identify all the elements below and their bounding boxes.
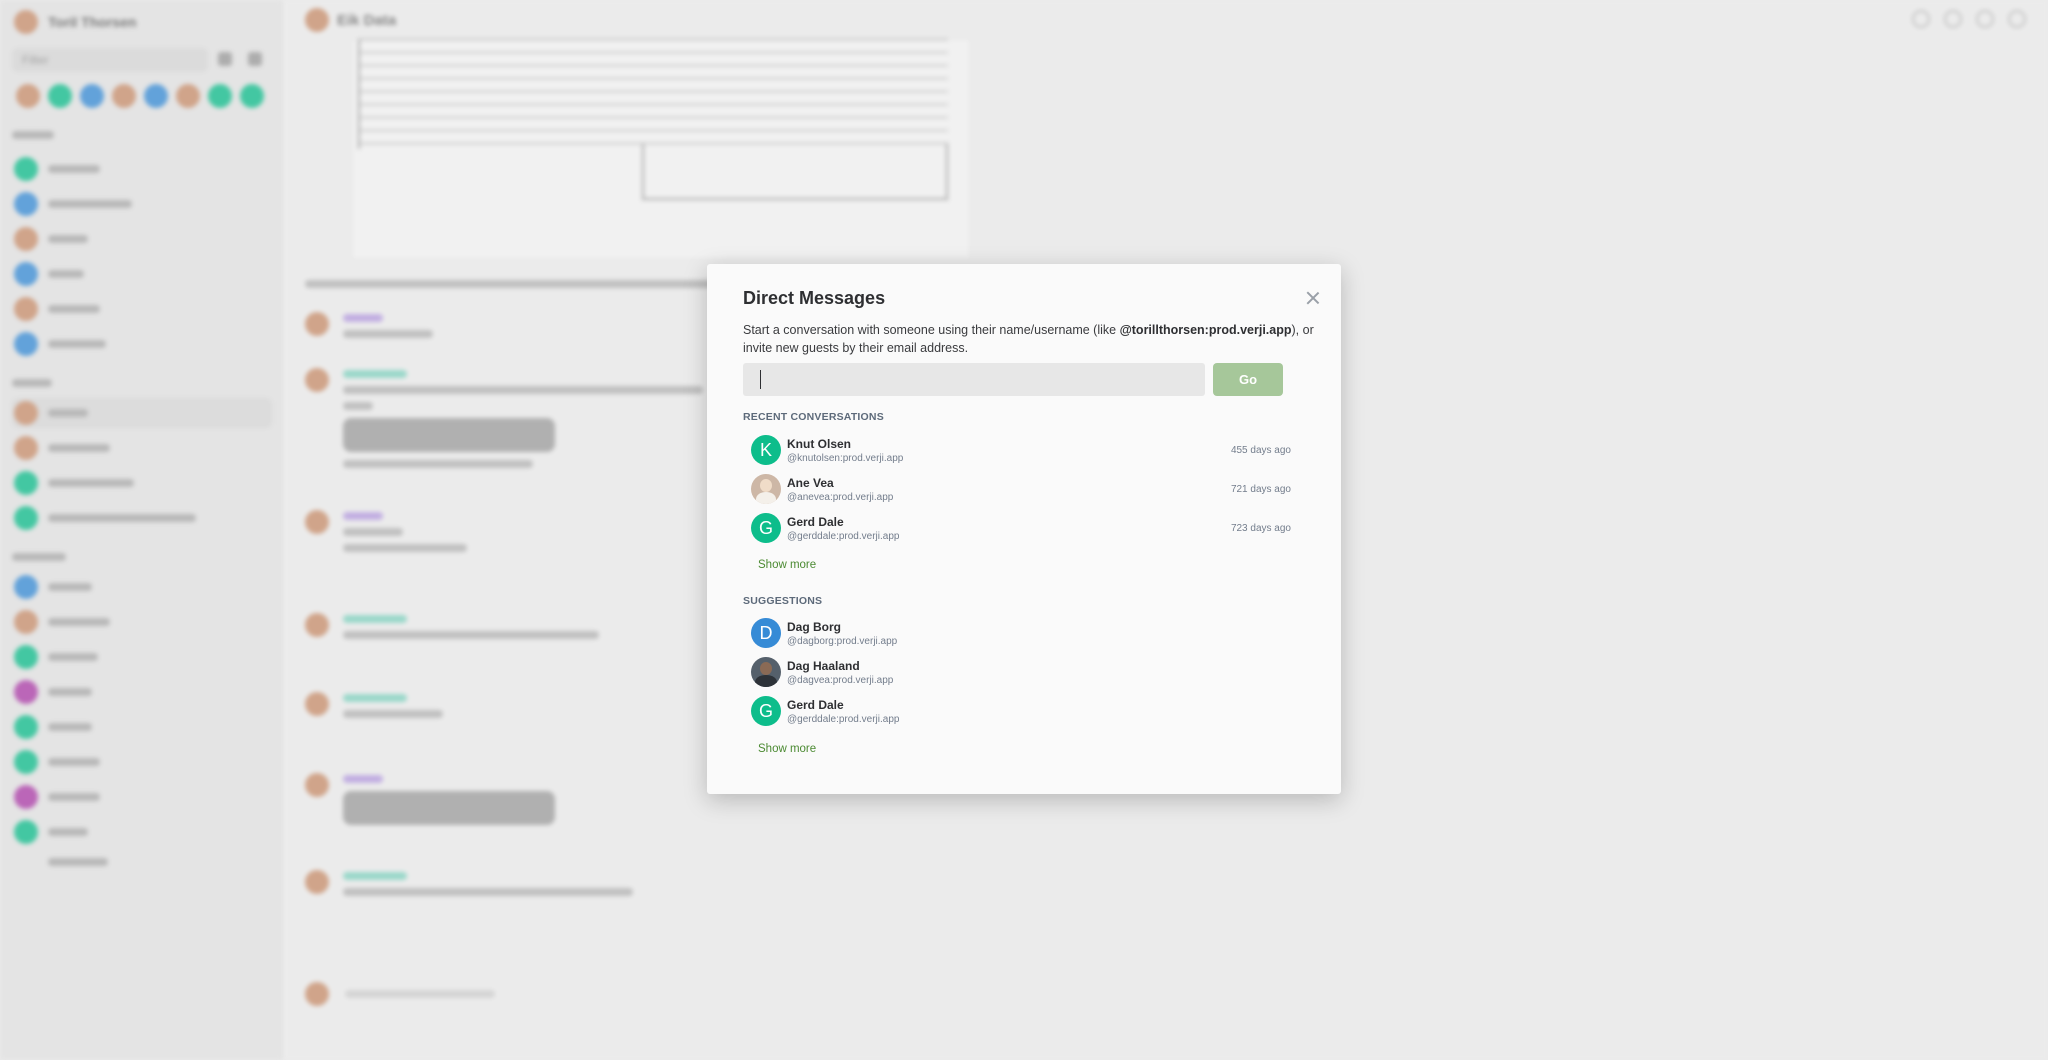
user-id: @knutolsen:prod.verji.app	[787, 452, 904, 464]
direct-messages-dialog: Direct Messages Start a conversation wit…	[707, 264, 1341, 794]
suggestion-row[interactable]: G Gerd Dale @gerddale:prod.verji.app	[751, 692, 1291, 730]
user-display-name: Dag Haaland	[787, 658, 860, 673]
user-display-name: Gerd Dale	[787, 697, 844, 712]
user-display-name: Ane Vea	[787, 475, 834, 490]
suggestions-heading: SUGGESTIONS	[743, 595, 823, 607]
avatar	[751, 474, 781, 504]
last-active-time: 723 days ago	[1230, 522, 1291, 534]
user-id: @dagvea:prod.verji.app	[787, 674, 894, 686]
avatar: G	[751, 696, 781, 726]
text-caret	[760, 370, 761, 389]
suggestions-show-more-link[interactable]: Show more	[758, 743, 816, 755]
invite-search-input[interactable]	[743, 363, 1205, 396]
avatar: G	[751, 513, 781, 543]
user-id: @dagborg:prod.verji.app	[787, 635, 898, 647]
dialog-title: Direct Messages	[743, 288, 886, 308]
go-button[interactable]: Go	[1213, 363, 1283, 396]
recent-conversation-row[interactable]: K Knut Olsen @knutolsen:prod.verji.app 45…	[751, 431, 1291, 469]
recent-conversation-row[interactable]: G Gerd Dale @gerddale:prod.verji.app 723 …	[751, 509, 1291, 547]
close-icon[interactable]	[1303, 288, 1323, 308]
suggestion-row[interactable]: D Dag Borg @dagborg:prod.verji.app	[751, 614, 1291, 652]
suggestion-row[interactable]: Dag Haaland @dagvea:prod.verji.app	[751, 653, 1291, 691]
user-id: @anevea:prod.verji.app	[787, 491, 894, 503]
recent-show-more-link[interactable]: Show more	[758, 559, 816, 571]
recent-conversations-heading: RECENT CONVERSATIONS	[743, 411, 884, 423]
user-display-name: Dag Borg	[787, 619, 841, 634]
avatar: K	[751, 435, 781, 465]
last-active-time: 721 days ago	[1230, 483, 1291, 495]
user-display-name: Knut Olsen	[787, 436, 852, 451]
recent-conversation-row[interactable]: Ane Vea @anevea:prod.verji.app 721 days a…	[751, 470, 1291, 508]
user-id: @gerddale:prod.verji.app	[787, 530, 900, 542]
example-username: @torillthorsen:prod.verji.app	[1119, 323, 1292, 337]
avatar	[751, 657, 781, 687]
dialog-description: Start a conversation with someone using …	[743, 323, 1314, 355]
user-display-name: Gerd Dale	[787, 514, 844, 529]
user-id: @gerddale:prod.verji.app	[787, 713, 900, 725]
avatar: D	[751, 618, 781, 648]
last-active-time: 455 days ago	[1230, 444, 1291, 456]
